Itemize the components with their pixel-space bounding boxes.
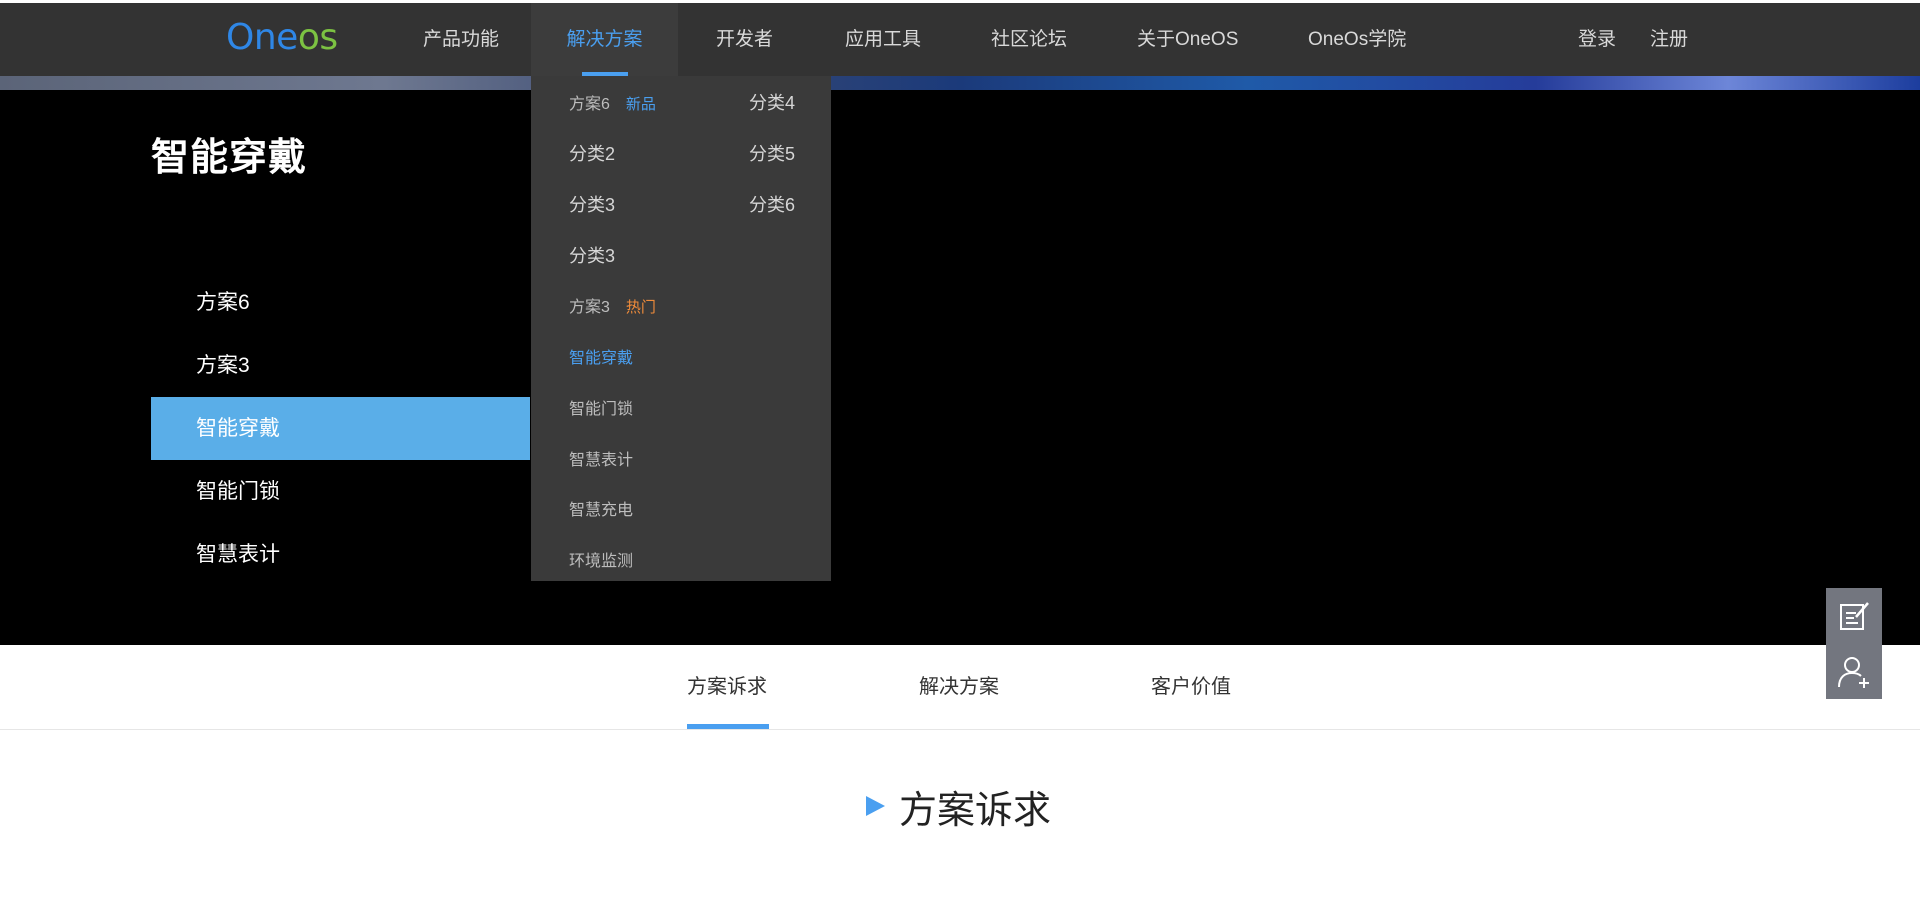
dropdown-item[interactable]: 分类3 (569, 191, 615, 217)
dropdown-item-label: 方案3 (569, 299, 610, 316)
dropdown-item-label: 分类6 (749, 195, 796, 215)
hero-title: 智能穿戴 (151, 137, 308, 179)
nav-item-label: 产品功能 (423, 29, 500, 50)
section-tabs: 方案诉求 解决方案 客户价值 (0, 645, 1920, 730)
tab-active-underline (687, 724, 769, 729)
dropdown-item[interactable]: 方案3 热门 (569, 293, 656, 317)
nav-item-label: 社区论坛 (991, 29, 1068, 50)
nav-item-label: 开发者 (716, 29, 774, 50)
nav-item-label: 关于OneOS (1137, 29, 1239, 50)
dropdown-item[interactable]: 环境监测 (569, 547, 633, 571)
dropdown-item-label: 环境监测 (569, 553, 634, 570)
dropdown-item-label: 分类3 (569, 195, 616, 215)
dropdown-item-label: 分类4 (749, 93, 796, 113)
dropdown-item[interactable]: 智能门锁 (569, 395, 633, 419)
dropdown-item-label: 智慧表计 (569, 452, 634, 469)
hero-banner: 智能穿戴 方案6 方案3 智能穿戴 智能门锁 智慧表计 (0, 90, 1920, 645)
dropdown-item-label: 智慧充电 (569, 502, 634, 519)
nav-item-label: OneOs学院 (1308, 29, 1407, 50)
tab-requirements[interactable]: 方案诉求 (687, 645, 769, 729)
dropdown-item[interactable]: 分类5 (749, 140, 795, 166)
nav-item-tools[interactable]: 应用工具 (845, 3, 921, 76)
login-label: 登录 (1578, 29, 1617, 50)
dropdown-item[interactable]: 分类4 (749, 89, 795, 115)
add-user-icon (1838, 656, 1869, 688)
section-title: 方案诉求 (899, 789, 1052, 832)
section-heading: 方案诉求 (866, 778, 1051, 834)
nav-item-label: 解决方案 (566, 29, 643, 50)
tab-label: 方案诉求 (687, 676, 767, 698)
dropdown-item[interactable]: 分类2 (569, 140, 615, 166)
side-menu-label: 方案3 (196, 354, 250, 377)
oneos-logo[interactable]: Oneos (226, 15, 338, 61)
logo-part-2: ne (253, 17, 298, 58)
side-menu-item[interactable]: 方案6 (151, 271, 530, 334)
register-link[interactable]: 注册 (1650, 3, 1688, 76)
side-menu-label: 智慧表计 (196, 543, 280, 566)
page: Oneos 产品功能 解决方案 开发者 应用工具 社区论坛 关于OneOS On… (0, 0, 1920, 902)
tab-customer-value[interactable]: 客户价值 (1151, 645, 1231, 729)
dropdown-item-label: 方案6 (569, 96, 610, 113)
dropdown-item[interactable]: 分类6 (749, 191, 795, 217)
tab-label: 解决方案 (919, 676, 999, 698)
dropdown-item-active[interactable]: 智能穿戴 (569, 344, 633, 368)
dropdown-item-label: 智能门锁 (569, 401, 634, 418)
triangle-marker-icon (866, 796, 885, 816)
nav-item-developer[interactable]: 开发者 (716, 3, 773, 76)
nav-item-academy[interactable]: OneOs学院 (1308, 3, 1406, 76)
register-label: 注册 (1650, 29, 1689, 50)
nav-item-label: 应用工具 (845, 29, 922, 50)
solutions-dropdown: 方案6 新品 分类2 分类3 分类3 方案3 热门 智能穿戴 智能门锁 智慧表计 智… (531, 76, 831, 581)
dropdown-item-label: 分类5 (749, 144, 796, 164)
dropdown-item[interactable]: 智慧充电 (569, 496, 633, 520)
login-link[interactable]: 登录 (1578, 3, 1616, 76)
side-menu-item[interactable]: 方案3 (151, 334, 530, 397)
side-menu-item[interactable]: 智慧表计 (151, 523, 530, 586)
hot-badge: 热门 (625, 299, 656, 316)
nav-item-product[interactable]: 产品功能 (423, 3, 499, 76)
dropdown-item[interactable]: 智慧表计 (569, 446, 633, 470)
new-badge: 新品 (625, 96, 656, 113)
hero-banner-strip (0, 76, 1920, 90)
edit-note-icon (1840, 601, 1869, 630)
dropdown-item[interactable]: 方案6 新品 (569, 90, 656, 114)
nav-item-about[interactable]: 关于OneOS (1137, 3, 1238, 76)
side-menu-label: 智能门锁 (196, 480, 280, 503)
tab-label: 客户价值 (1151, 676, 1231, 698)
dropdown-item-label: 分类2 (569, 144, 616, 164)
tab-solutions[interactable]: 解决方案 (919, 645, 999, 729)
floating-tools (1826, 588, 1882, 699)
logo-part-1: O (226, 17, 254, 58)
side-menu-label: 方案6 (196, 291, 250, 314)
side-menu-item[interactable]: 智能门锁 (151, 460, 530, 523)
side-menu-item-active[interactable]: 智能穿戴 (151, 397, 530, 460)
feedback-button[interactable] (1826, 588, 1882, 643)
logo-part-3: os (297, 17, 338, 58)
contact-button[interactable] (1826, 644, 1882, 699)
dropdown-item-label: 分类3 (569, 246, 616, 266)
solution-side-menu: 方案6 方案3 智能穿戴 智能门锁 智慧表计 (151, 271, 530, 586)
top-nav: Oneos 产品功能 解决方案 开发者 应用工具 社区论坛 关于OneOS On… (0, 3, 1920, 76)
dropdown-item[interactable]: 分类3 (569, 242, 615, 268)
nav-item-forum[interactable]: 社区论坛 (991, 3, 1067, 76)
dropdown-item-label: 智能穿戴 (569, 350, 634, 367)
side-menu-label: 智能穿戴 (196, 417, 280, 440)
nav-item-solutions[interactable]: 解决方案 (531, 3, 678, 76)
